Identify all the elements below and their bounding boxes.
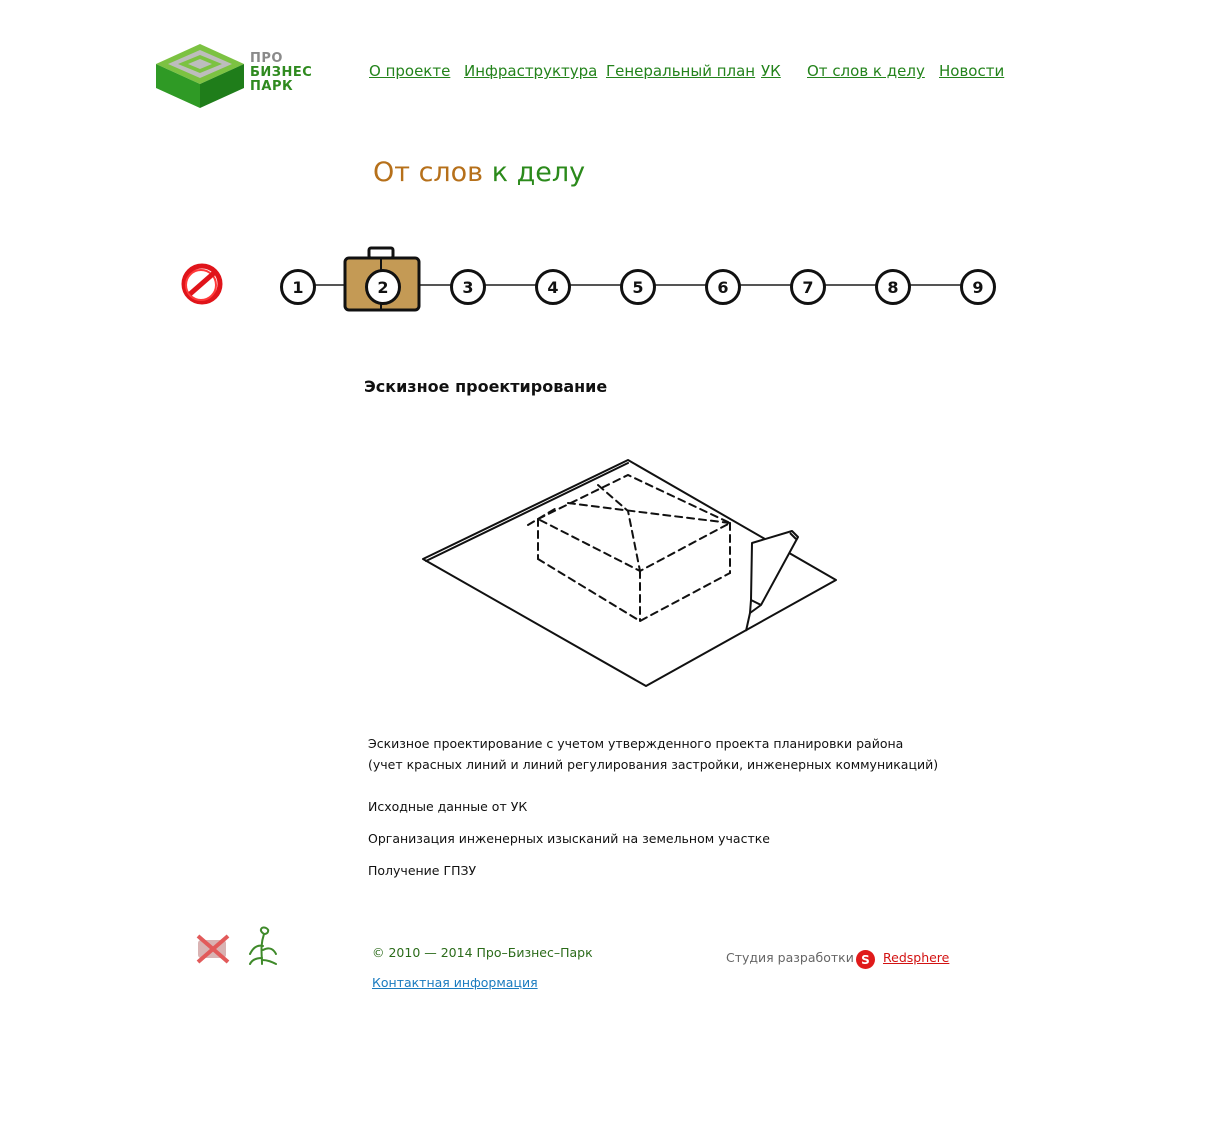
paragraph-4: Получение ГПЗУ <box>368 863 477 878</box>
no-smoking-icon <box>196 934 230 964</box>
nav-news[interactable]: Новости <box>939 62 1004 80</box>
step-5[interactable]: 5 <box>620 269 656 305</box>
paragraph-3: Организация инженерных изысканий на земе… <box>368 831 770 846</box>
logo-line-2: БИЗНЕС <box>250 65 313 80</box>
paragraph-1: Эскизное проектирование с учетом утвержд… <box>368 733 938 775</box>
site-logo[interactable]: ПРО БИЗНЕС ПАРК <box>154 42 314 110</box>
paragraph-1-line-1: Эскизное проектирование с учетом утвержд… <box>368 736 904 751</box>
step-3[interactable]: 3 <box>450 269 486 305</box>
logo-line-1: ПРО <box>250 51 283 66</box>
step-9[interactable]: 9 <box>960 269 996 305</box>
nav-master-plan[interactable]: Генеральный план <box>606 62 755 80</box>
logo-text: ПРО БИЗНЕС ПАРК <box>250 52 312 94</box>
crossed-out-circle-icon[interactable] <box>178 262 226 306</box>
copyright-text: © 2010 — 2014 Про–Бизнес–Парк <box>372 945 593 960</box>
step-1[interactable]: 1 <box>280 269 316 305</box>
nav-about[interactable]: О проекте <box>369 62 450 80</box>
step-7[interactable]: 7 <box>790 269 826 305</box>
page-title: От слов к делу <box>373 157 585 188</box>
section-heading: Эскизное проектирование <box>364 377 608 396</box>
step-6[interactable]: 6 <box>705 269 741 305</box>
sketch-illustration <box>422 459 837 687</box>
contact-info-link[interactable]: Контактная информация <box>372 975 538 990</box>
step-2-active[interactable]: 2 <box>365 269 401 305</box>
nav-management[interactable]: УК <box>761 62 781 80</box>
nav-infrastructure[interactable]: Инфраструктура <box>464 62 597 80</box>
title-part-1: От слов <box>373 157 484 188</box>
title-part-2: к делу <box>491 157 586 188</box>
redsphere-link[interactable]: Redsphere <box>883 950 949 965</box>
paragraph-1-line-2: (учет красных линий и линий регулировани… <box>368 757 939 772</box>
logo-mark-icon <box>156 44 244 108</box>
plant-icon <box>249 926 277 965</box>
step-8[interactable]: 8 <box>875 269 911 305</box>
studio-label: Студия разработки <box>726 950 854 965</box>
step-4[interactable]: 4 <box>535 269 571 305</box>
paragraph-2: Исходные данные от УК <box>368 799 528 814</box>
redsphere-logo-icon[interactable]: S <box>856 950 875 969</box>
nav-words-to-deeds[interactable]: От слов к делу <box>807 62 925 80</box>
logo-line-3: ПАРК <box>250 79 294 94</box>
